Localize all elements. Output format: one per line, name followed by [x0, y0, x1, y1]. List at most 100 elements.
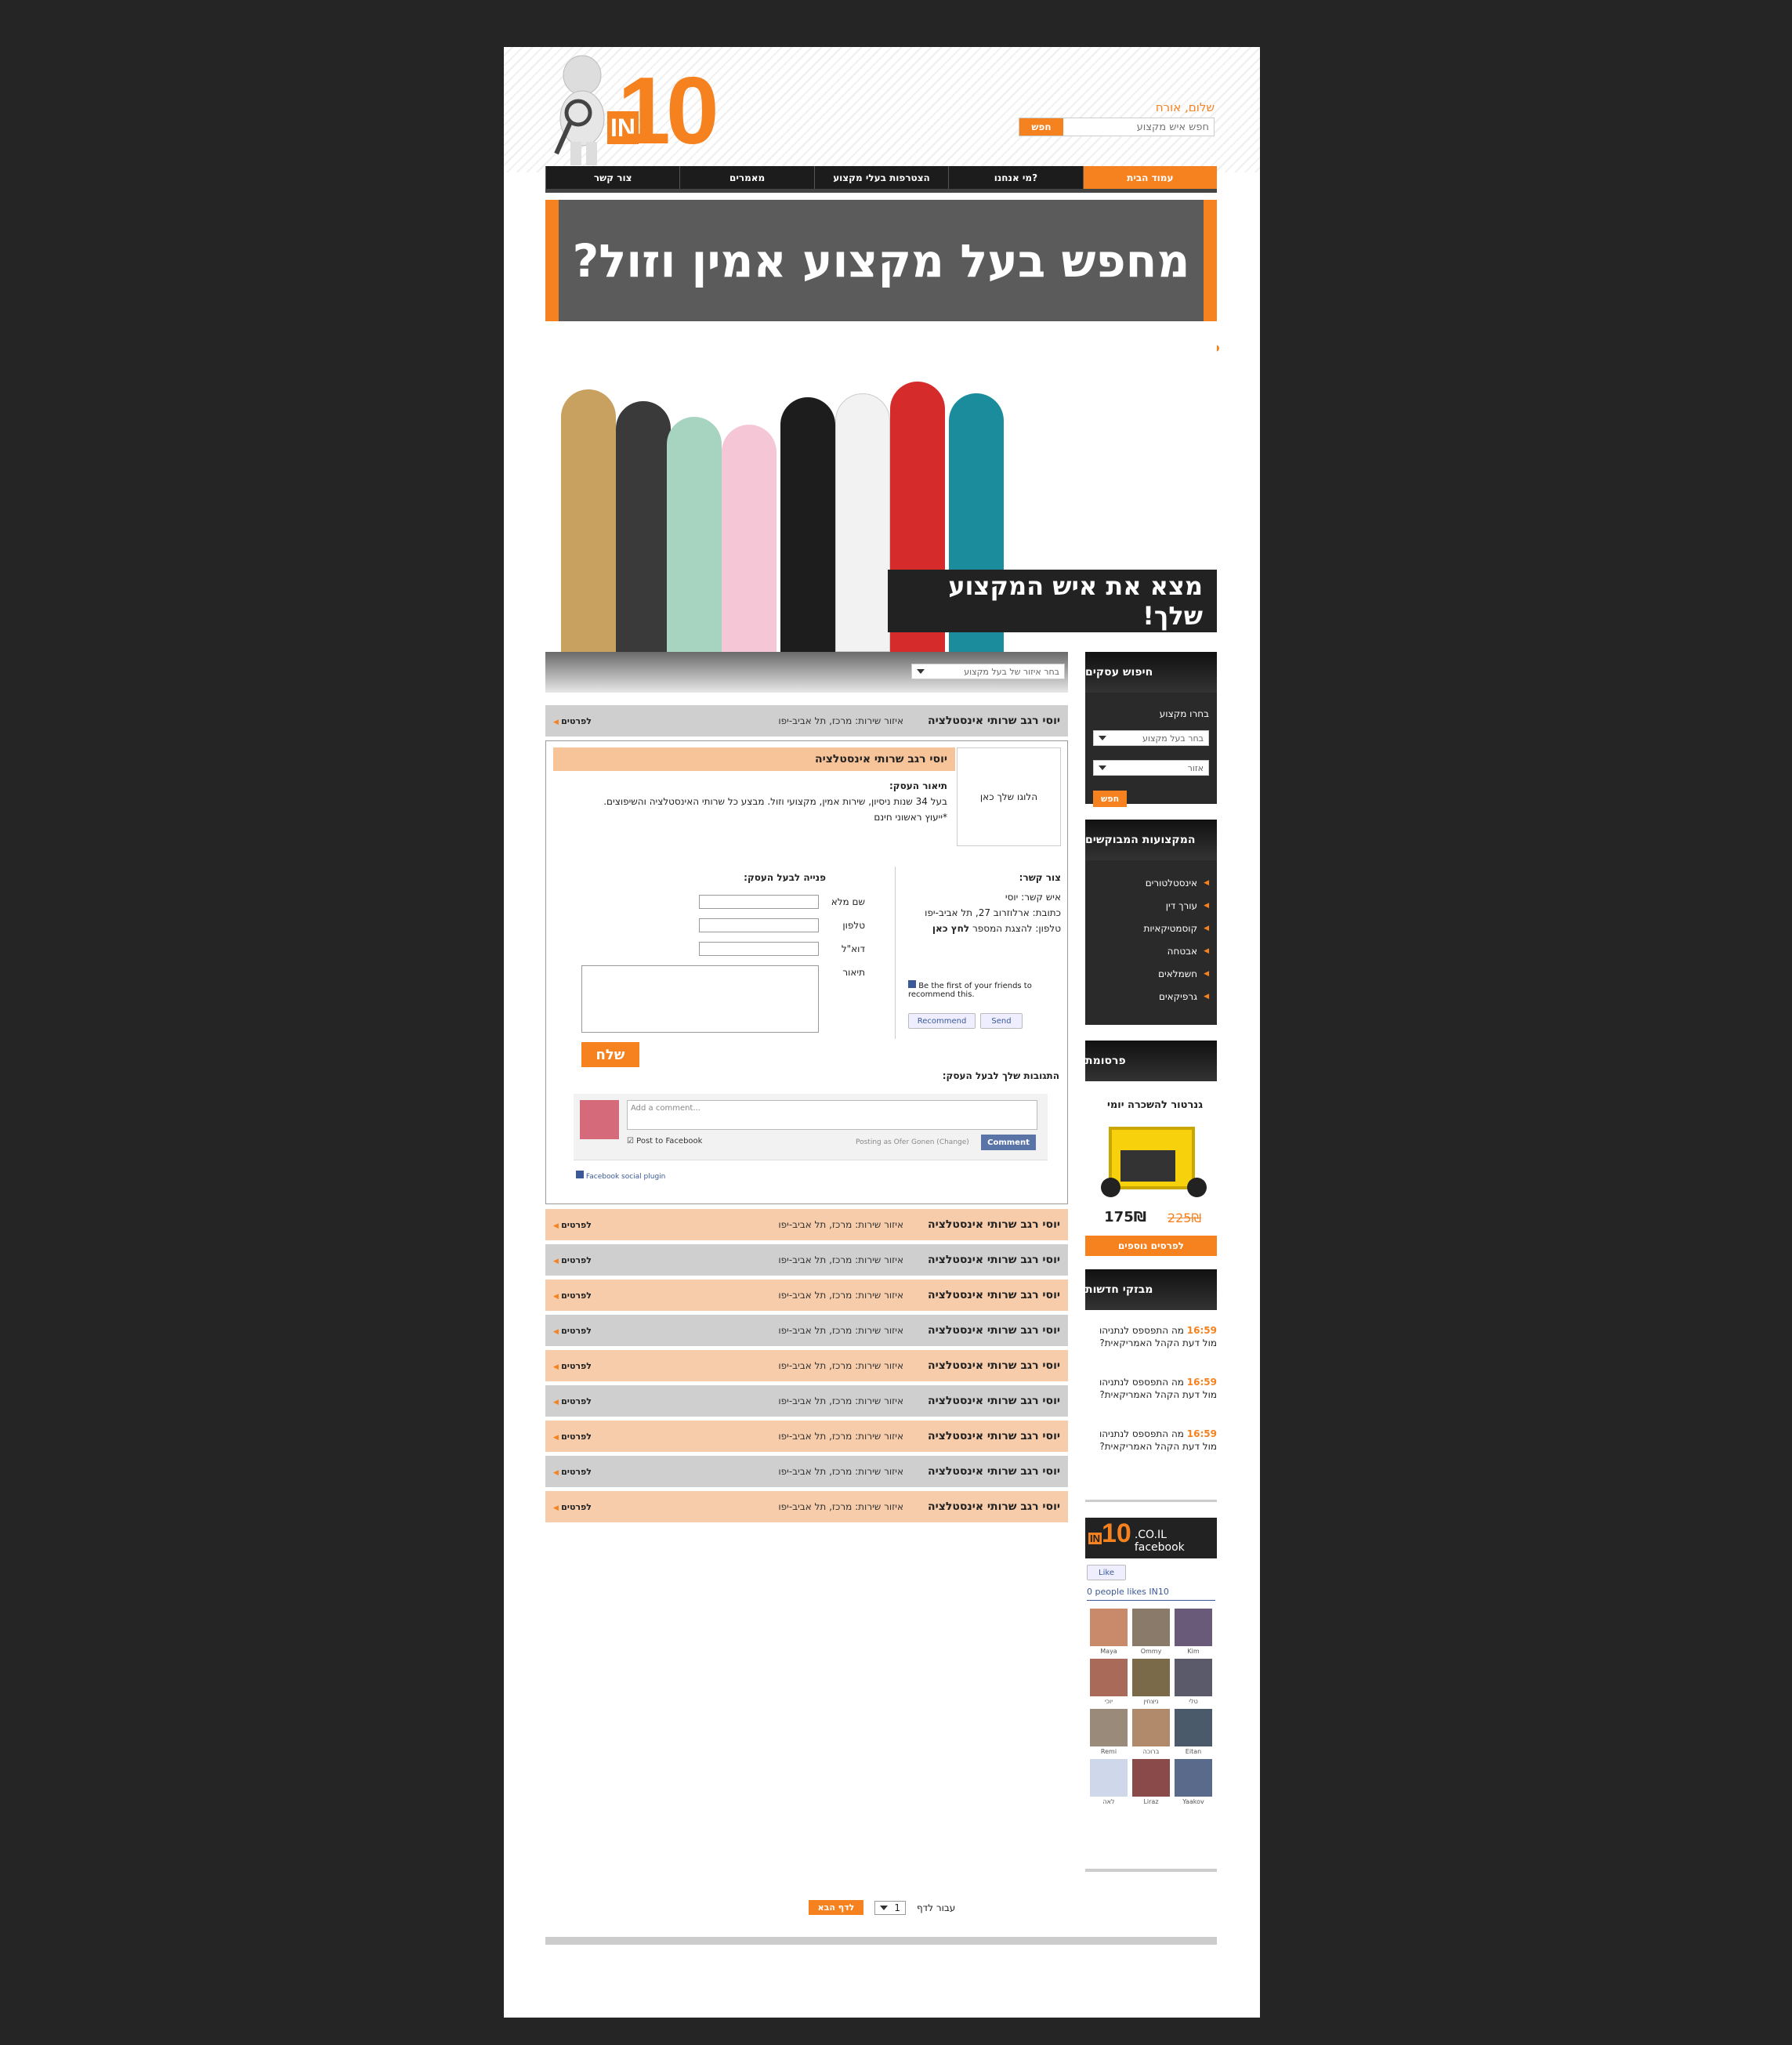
page-select[interactable]: 1	[874, 1900, 906, 1915]
listing-row[interactable]: יוסי רגב שרותי אינסטלציה איזור שירות: מרכ…	[545, 1279, 1068, 1311]
fb-send-button[interactable]: Send	[980, 1013, 1023, 1029]
news-item[interactable]: 16:59 מה התפספס לנתניהו מול דעת הקהל האמ…	[1085, 1370, 1217, 1421]
listing-row[interactable]: יוסי רגב שרותי אינסטלציה איזור שירות: מרכ…	[545, 1456, 1068, 1487]
fb-recommend-button[interactable]: Recommend	[908, 1013, 976, 1029]
greeting: שלום, אורח	[1155, 100, 1215, 114]
comment-button[interactable]: Comment	[981, 1135, 1036, 1150]
fan-thumb[interactable]: ברוכה	[1132, 1709, 1170, 1756]
avatar	[1175, 1659, 1212, 1696]
listing-row[interactable]: יוסי רגב שרותי אינסטלציה איזור שירות: מרכ…	[545, 1491, 1068, 1522]
site-logo[interactable]: IN 10	[547, 52, 743, 169]
avatar	[1132, 1609, 1170, 1646]
fan-thumb[interactable]: Ommy	[1132, 1609, 1170, 1656]
listing-row[interactable]: יוסי רגב שרותי אינסטלציה איזור שירות: מרכ…	[545, 1244, 1068, 1276]
next-page-button[interactable]: לדף הבא	[808, 1900, 864, 1915]
post-to-fb-checkbox[interactable]: ☑ Post to Facebook	[627, 1137, 702, 1146]
listing-area: איזור שירות: מרכז, תל אביב-יפו	[778, 1254, 903, 1265]
posting-as: Posting as Ofer Gonen (Change)	[856, 1138, 969, 1146]
listing-name: יוסי רגב שרותי אינסטלציה	[928, 1324, 1060, 1337]
promo-title: פרסומת	[1085, 1041, 1217, 1081]
popular-item[interactable]: עורך דין	[1093, 894, 1209, 917]
fan-thumb[interactable]: Remi	[1090, 1709, 1128, 1756]
desc-field-label: תיאור	[842, 967, 865, 978]
details-link[interactable]: לפרטים	[553, 1290, 592, 1301]
fan-thumb[interactable]: לאה	[1090, 1759, 1128, 1806]
send-button[interactable]: שלח	[581, 1042, 639, 1067]
fan-thumb[interactable]: יוכי	[1090, 1659, 1128, 1706]
details-link[interactable]: לפרטים	[553, 1361, 592, 1371]
logo-placeholder: הלוגו שלך כאן	[957, 747, 1061, 846]
news-title: מבזקי חדשות	[1085, 1269, 1217, 1310]
nav-contact[interactable]: צור קשר	[545, 166, 679, 189]
nav-home[interactable]: עמוד הבית	[1082, 166, 1217, 189]
listing-row[interactable]: יוסי רגב שרותי אינסטלציה איזור שירות: מרכ…	[545, 1315, 1068, 1346]
details-link[interactable]: לפרטים	[553, 1396, 592, 1406]
fb-recommend-text: Be the first of your friends to recommen…	[908, 980, 1057, 999]
area-select-sidebar[interactable]: אזור	[1093, 760, 1209, 776]
sidebar-search-button[interactable]: חפש	[1093, 791, 1128, 807]
pagination: עבור לדף 1 לדף הבא	[504, 1900, 1260, 1915]
fan-name: Yaakov	[1182, 1798, 1204, 1805]
listing-row[interactable]: יוסי רגב שרותי אינסטלציה איזור שירות: מרכ…	[545, 1350, 1068, 1381]
banner-text: מחפש בעל מקצוע אמין וזול?	[559, 200, 1204, 321]
description-textarea[interactable]	[581, 965, 819, 1033]
name-field[interactable]	[699, 895, 819, 909]
worker-figure	[561, 389, 616, 652]
email-field[interactable]	[699, 942, 819, 956]
news-time: 16:59	[1186, 1428, 1217, 1439]
details-link[interactable]: לפרטים	[553, 1467, 592, 1477]
popular-item[interactable]: חשמלאים	[1093, 962, 1209, 985]
avatar	[1132, 1659, 1170, 1696]
nav-join[interactable]: הצטרפות בעלי מקצוע	[813, 166, 948, 189]
listing-row[interactable]: יוסי רגב שרותי אינסטלציה איזור שירות: מרכ…	[545, 1421, 1068, 1452]
email-label: דוא"ל	[841, 943, 865, 954]
news-item[interactable]: 16:59 מה התפספס לנתניהו מול דעת הקהל האמ…	[1085, 1421, 1217, 1473]
fan-thumb[interactable]: ניצחין	[1132, 1659, 1170, 1706]
profession-select[interactable]: בחר בעל מקצוע	[1093, 730, 1209, 746]
fan-name: ניצחין	[1143, 1698, 1159, 1705]
generator-image[interactable]	[1093, 1119, 1207, 1201]
main-column: בחר איזור של בעל מקצוע יוסי רגב שרותי אי…	[545, 652, 1068, 1526]
details-link[interactable]: לפרטים	[553, 1326, 592, 1336]
fb-plugin-link[interactable]: Facebook social plugin	[576, 1171, 665, 1181]
fan-thumb[interactable]: Maya	[1090, 1609, 1128, 1656]
details-link[interactable]: לפרטים	[553, 1220, 592, 1230]
popular-item[interactable]: אינסטלטורים	[1093, 871, 1209, 894]
nav-articles[interactable]: מאמרים	[679, 166, 813, 189]
listing-name: יוסי רגב שרותי אינסטלציה	[928, 1218, 1060, 1231]
popular-item[interactable]: אבטחה	[1093, 939, 1209, 962]
popular-item[interactable]: גרפיקאים	[1093, 985, 1209, 1008]
promo-more-button[interactable]: לפרסים נוספים	[1085, 1236, 1217, 1256]
news-item[interactable]: 16:59 מה התפספס לנתניהו מול דעת הקהל האמ…	[1085, 1318, 1217, 1370]
popular-item[interactable]: קוסמטיקאיות	[1093, 917, 1209, 939]
business-search-box: חיפוש עסקים בחרו מקצוע בחר בעל מקצוע אזו…	[1085, 652, 1217, 807]
filter-bar: בחר איזור של בעל מקצוע	[545, 652, 1068, 693]
search-input[interactable]	[1063, 118, 1214, 136]
comment-input[interactable]: Add a comment...	[627, 1100, 1037, 1130]
mascot-icon	[554, 55, 605, 165]
listing-row[interactable]: יוסי רגב שרותי אינסטלציה איזור שירות: מרכ…	[545, 1209, 1068, 1240]
worker-figure	[616, 401, 671, 652]
details-link[interactable]: לפרטים	[553, 1502, 592, 1512]
fb-widget-header: IN10 .CO.IL facebook	[1085, 1518, 1217, 1558]
listing-row[interactable]: יוסי רגב שרותי אינסטלציה איזור שירות: מרכ…	[545, 1385, 1068, 1417]
details-link[interactable]: לפרטים	[553, 1255, 592, 1265]
search-button[interactable]: חפש	[1019, 118, 1063, 136]
fb-site-label: .CO.IL facebook	[1134, 1529, 1185, 1554]
nav-about[interactable]: מי אנחנו?	[948, 166, 1082, 189]
phone-field[interactable]	[699, 918, 819, 932]
listing-row[interactable]: יוסי רגב שרותי אינסטלציה איזור שירות: מר…	[545, 705, 1068, 737]
fan-thumb[interactable]: טלי	[1175, 1659, 1212, 1706]
fb-like-button[interactable]: Like	[1087, 1565, 1126, 1580]
fan-thumb[interactable]: Kim	[1175, 1609, 1212, 1656]
show-phone-link[interactable]: לחץ כאן	[932, 923, 969, 934]
fan-thumb[interactable]: Liraz	[1132, 1759, 1170, 1806]
fan-thumb[interactable]: Eitan	[1175, 1709, 1212, 1756]
avatar	[1175, 1709, 1212, 1746]
area-select[interactable]: בחר איזור של בעל מקצוע	[911, 664, 1065, 679]
fan-thumb[interactable]: Yaakov	[1175, 1759, 1212, 1806]
fan-name: יוכי	[1105, 1698, 1113, 1705]
details-link[interactable]: לפרטים	[553, 716, 592, 726]
fan-name: ברוכה	[1142, 1748, 1160, 1755]
details-link[interactable]: לפרטים	[553, 1432, 592, 1442]
